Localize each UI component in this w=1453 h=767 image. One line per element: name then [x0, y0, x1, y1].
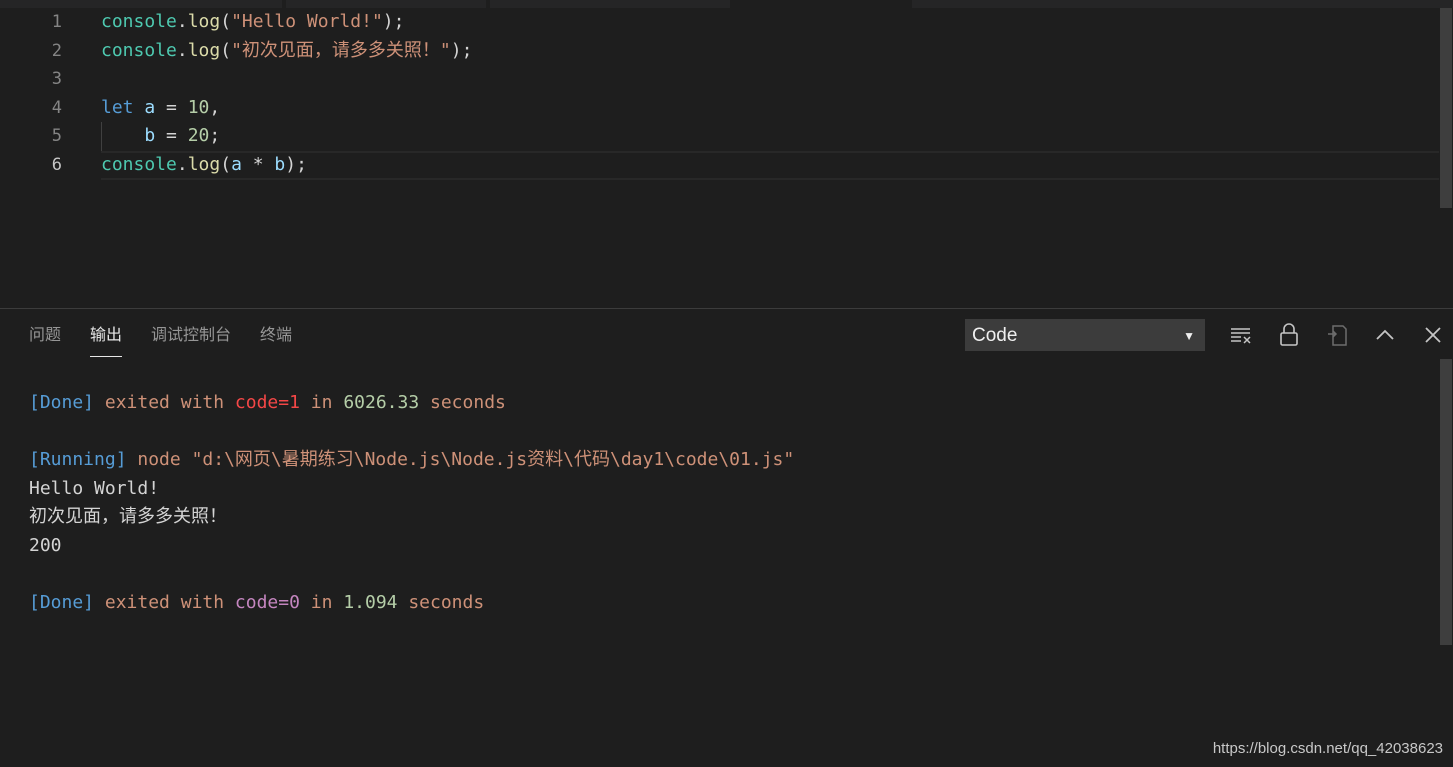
- editor-scroll-thumb[interactable]: [1440, 8, 1452, 208]
- code-token: .: [176, 11, 188, 32]
- code-token: *: [241, 153, 275, 175]
- output-scroll-thumb[interactable]: [1440, 359, 1452, 645]
- code-line[interactable]: let a = 10,: [101, 94, 1439, 123]
- line-number: 4: [51, 97, 62, 118]
- code-token: log: [187, 153, 221, 175]
- dropdown-arrow-icon: ▼: [1183, 329, 1195, 343]
- output-line: Hello World!: [29, 475, 1433, 504]
- code-line[interactable]: b = 20;: [101, 122, 1439, 151]
- output-channel-value: Code: [972, 325, 1018, 346]
- editor-tab[interactable]: [0, 0, 282, 8]
- code-token: a: [231, 153, 242, 175]
- code-token: ,: [209, 96, 221, 118]
- output-token: 6026.33: [343, 392, 420, 413]
- code-token: =: [155, 125, 188, 147]
- code-line[interactable]: console.log("Hello World!");: [101, 8, 1439, 37]
- output-token: seconds: [397, 592, 485, 614]
- code-line[interactable]: [101, 65, 1439, 94]
- output-token: code=0: [234, 592, 300, 614]
- code-token: );: [285, 153, 307, 175]
- clear-output-icon[interactable]: [1228, 322, 1254, 348]
- output-token: [Done]: [29, 592, 95, 614]
- editor-tab[interactable]: [490, 0, 730, 8]
- code-editor[interactable]: 123456 console.log("Hello World!"); conso…: [0, 0, 1453, 308]
- code-token: (: [220, 11, 232, 32]
- line-number-gutter: 1 2 3 4 5 6: [0, 8, 80, 180]
- output-token: 初次见面，请多多关照！: [29, 506, 227, 528]
- editor-tab[interactable]: [912, 0, 1453, 8]
- output-line: [Running] node "d:\网页\暑期练习\Node.js\Node.…: [29, 446, 1433, 475]
- code-token: console: [101, 153, 177, 175]
- line-number: 5: [51, 126, 62, 147]
- output-line: [Done] exited with code=1 in 6026.33 sec…: [29, 389, 1433, 418]
- line-number: 1: [51, 12, 62, 32]
- output-log[interactable]: [Done] exited with code=1 in 6026.33 sec…: [29, 389, 1433, 618]
- output-line: 200: [29, 532, 1433, 561]
- tab-problems[interactable]: 问题: [29, 309, 61, 356]
- code-token: console: [101, 11, 177, 32]
- code-token: a: [144, 96, 156, 118]
- code-token: 10: [187, 96, 210, 118]
- editor-tab-strip: [0, 0, 1453, 8]
- code-token: =: [155, 96, 188, 118]
- code-line[interactable]: console.log(a * b);: [101, 151, 1439, 180]
- tab-debug-console[interactable]: 调试控制台: [151, 309, 231, 356]
- output-scrollbar[interactable]: [1439, 359, 1453, 767]
- tab-output[interactable]: 输出: [90, 309, 123, 357]
- code-token: );: [450, 39, 473, 61]
- line-number: 6: [51, 154, 62, 175]
- line-number: 3: [51, 69, 62, 90]
- code-token: b: [144, 125, 156, 147]
- output-token: 200: [29, 534, 62, 556]
- maximize-panel-icon[interactable]: [1372, 322, 1398, 348]
- code-token: ;: [209, 125, 221, 147]
- output-token: 1.094: [343, 592, 398, 614]
- output-token: Hello World!: [29, 477, 160, 499]
- indent-guide: [101, 122, 102, 151]
- code-token: .: [176, 39, 188, 61]
- code-token: log: [187, 11, 221, 32]
- output-line: [Done] exited with code=0 in 1.094 secon…: [29, 589, 1433, 618]
- lock-scroll-icon[interactable]: [1276, 322, 1302, 348]
- editor-scrollbar[interactable]: [1439, 8, 1453, 308]
- open-log-icon[interactable]: [1324, 322, 1350, 348]
- code-token: "初次见面，请多多关照！": [231, 39, 451, 61]
- output-token: seconds: [419, 392, 506, 413]
- output-token: exited with: [94, 592, 235, 614]
- output-line: 初次见面，请多多关照！: [29, 503, 1433, 532]
- output-token: in: [299, 392, 344, 413]
- code-line[interactable]: console.log("初次见面，请多多关照！");: [101, 37, 1439, 66]
- watermark: https://blog.csdn.net/qq_42038623: [1212, 740, 1443, 757]
- code-token: "Hello World!": [231, 11, 383, 32]
- output-token: [Done]: [29, 392, 95, 413]
- panel-tabs: 问题 输出 调试控制台 终端: [29, 309, 321, 363]
- code-token: b: [274, 153, 286, 175]
- code-token: );: [382, 11, 405, 32]
- output-token: in: [299, 592, 344, 614]
- output-token: code=1: [234, 392, 300, 413]
- editor-tab[interactable]: [286, 0, 486, 8]
- line-number: 2: [51, 40, 62, 61]
- output-token: [Running]: [29, 449, 127, 471]
- code-token: (: [220, 39, 232, 61]
- code-token: console: [101, 39, 177, 61]
- output-token: exited with: [94, 392, 235, 413]
- close-panel-icon[interactable]: [1420, 322, 1446, 348]
- code-token: let: [101, 96, 134, 118]
- tab-terminal[interactable]: 终端: [260, 309, 292, 356]
- code-token: .: [176, 153, 188, 175]
- output-panel: 问题 输出 调试控制台 终端 Code ▼ [Done] exited with…: [0, 309, 1453, 767]
- code-area[interactable]: console.log("Hello World!"); console.log(…: [101, 8, 1439, 180]
- code-token: (: [220, 153, 232, 175]
- output-channel-select[interactable]: Code ▼: [965, 319, 1205, 351]
- output-token: node "d:\网页\暑期练习\Node.js\Node.js资料\代码\da…: [126, 449, 795, 471]
- code-token: 20: [187, 125, 210, 147]
- code-token: log: [187, 39, 221, 61]
